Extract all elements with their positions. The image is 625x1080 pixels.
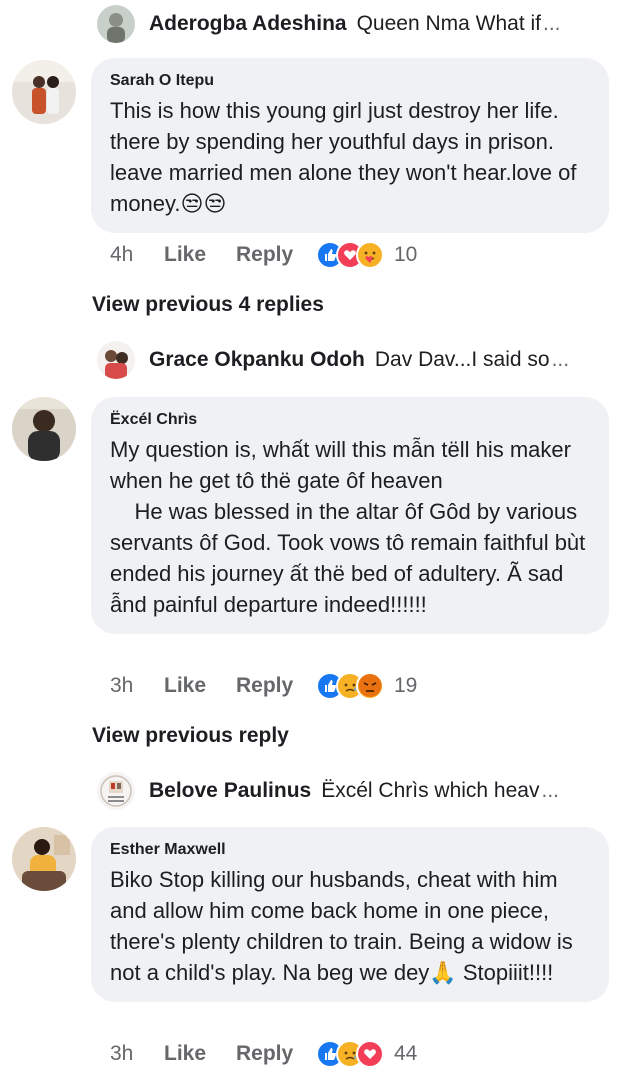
comment-time[interactable]: 3h <box>110 674 164 698</box>
reply-author-name[interactable]: Belove Paulinus <box>149 779 311 803</box>
comment-author-name[interactable]: Sarah O Itepu <box>110 72 589 90</box>
reply-preview[interactable]: Grace Okpanku Odoh Dav Dav...I said so .… <box>97 341 569 379</box>
comment-bubble: Ëxcél Chrìs My question is, whất will th… <box>91 397 609 634</box>
comment-text: Biko Stop killing our husbands, cheat wi… <box>110 867 579 985</box>
reply-ellipsis: ... <box>541 779 559 802</box>
avatar[interactable] <box>12 827 76 891</box>
comment-time[interactable]: 3h <box>110 1042 164 1066</box>
reply-preview[interactable]: Belove Paulinus Ëxcél Chrìs which heav .… <box>97 772 559 810</box>
reply-author-name[interactable]: Aderogba Adeshina <box>149 12 347 36</box>
like-button[interactable]: Like <box>164 1042 236 1066</box>
reply-snippet: Dav Dav...I said so <box>374 348 550 371</box>
comment-time[interactable]: 4h <box>110 243 164 267</box>
comment-text: This is how this young girl just destroy… <box>110 98 583 216</box>
comment-actions: 3h Like Reply 19 <box>110 672 417 700</box>
reply-button[interactable]: Reply <box>236 674 316 698</box>
avatar[interactable] <box>97 5 135 43</box>
avatar[interactable] <box>12 397 76 461</box>
love-icon <box>356 1040 384 1068</box>
angry-icon <box>356 672 384 700</box>
comment-actions: 4h Like Reply 10 <box>110 241 417 269</box>
reply-button[interactable]: Reply <box>236 1042 316 1066</box>
like-button[interactable]: Like <box>164 243 236 267</box>
reaction-summary[interactable] <box>316 241 384 269</box>
reply-snippet: Queen Nma What if <box>356 12 541 35</box>
reply-preview[interactable]: Aderogba Adeshina Queen Nma What if ... <box>97 5 561 43</box>
reaction-count[interactable]: 10 <box>394 243 417 267</box>
care-icon <box>356 241 384 269</box>
comment-bubble: Esther Maxwell Biko Stop killing our hus… <box>91 827 609 1002</box>
reply-ellipsis: ... <box>551 348 570 371</box>
reaction-count[interactable]: 44 <box>394 1042 417 1066</box>
comment-author-name[interactable]: Ëxcél Chrìs <box>110 411 589 429</box>
avatar[interactable] <box>12 60 76 124</box>
reaction-summary[interactable] <box>316 672 384 700</box>
reply-button[interactable]: Reply <box>236 243 316 267</box>
reply-snippet: Ëxcél Chrìs which heav <box>321 779 540 802</box>
reply-author-name[interactable]: Grace Okpanku Odoh <box>149 348 365 372</box>
avatar[interactable] <box>97 772 135 810</box>
reply-ellipsis: ... <box>543 12 561 35</box>
view-previous-replies-link[interactable]: View previous 4 replies <box>92 293 324 317</box>
view-previous-replies-link[interactable]: View previous reply <box>92 724 289 748</box>
comment-actions: 3h Like Reply 44 <box>110 1040 417 1068</box>
comment-bubble: Sarah O Itepu This is how this young gir… <box>91 58 609 233</box>
comment-text: My question is, whất will this mẫn tëll … <box>110 437 586 617</box>
comment-author-name[interactable]: Esther Maxwell <box>110 841 589 859</box>
avatar[interactable] <box>97 341 135 379</box>
like-button[interactable]: Like <box>164 674 236 698</box>
reaction-summary[interactable] <box>316 1040 384 1068</box>
reaction-count[interactable]: 19 <box>394 674 417 698</box>
